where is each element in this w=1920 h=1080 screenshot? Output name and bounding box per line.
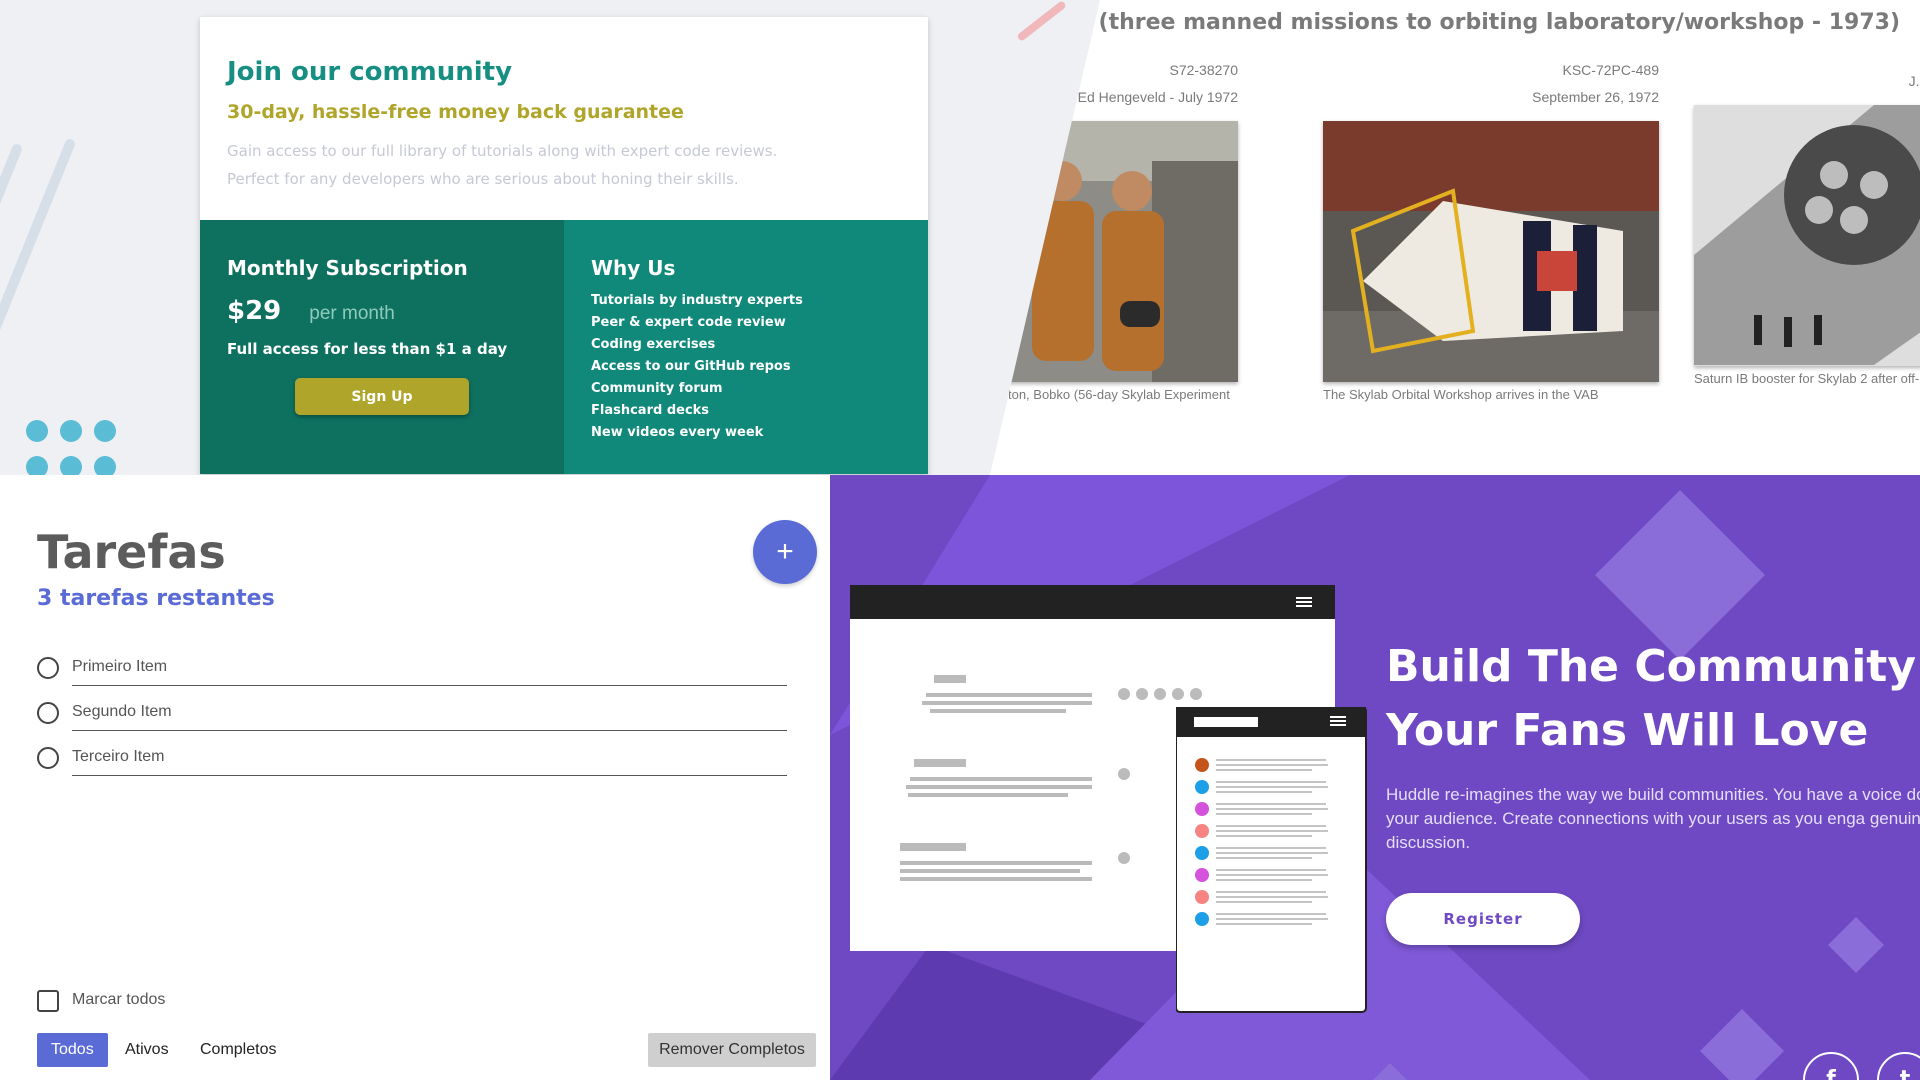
- divider: [72, 685, 787, 686]
- signup-button[interactable]: Sign Up: [295, 378, 469, 415]
- gallery-title: ylab (three manned missions to orbiting …: [1038, 10, 1900, 35]
- price-period: per month: [309, 303, 395, 324]
- photo-id: KSC-72PC-489: [1562, 62, 1660, 78]
- decorative-dots: [26, 420, 126, 475]
- mockup-dot: [1195, 780, 1209, 794]
- mockup-dot: [1195, 846, 1209, 860]
- card-title: Join our community: [227, 57, 513, 87]
- photo-credit: J.L. Pickering - Sep: [1908, 73, 1920, 89]
- remaining-count: 3 tarefas restantes: [37, 586, 275, 611]
- complete-toggle[interactable]: [37, 657, 59, 679]
- divider: [72, 775, 787, 776]
- booster-photo[interactable]: [1694, 105, 1920, 366]
- mockup-dot: [1195, 890, 1209, 904]
- register-button[interactable]: Register: [1386, 893, 1580, 945]
- why-us-item: Peer & expert code review: [591, 315, 786, 330]
- why-us-item: Tutorials by industry experts: [591, 293, 803, 308]
- card-subtitle: 30-day, hassle-free money back guarantee: [227, 101, 684, 123]
- mockup-dot: [1195, 912, 1209, 926]
- mark-all-checkbox[interactable]: [37, 990, 59, 1012]
- hero-paragraph: Huddle re-imagines the way we build comm…: [1386, 785, 1920, 852]
- why-us-item: Access to our GitHub repos: [591, 359, 791, 374]
- mockup-dot: [1195, 868, 1209, 882]
- why-us-title: Why Us: [591, 256, 676, 280]
- filter-completed[interactable]: Completos: [186, 1033, 290, 1067]
- mark-all-label: Marcar todos: [72, 991, 166, 1008]
- skylab-gallery: ylab (three manned missions to orbiting …: [990, 0, 1920, 475]
- hero-heading-line: Your Fans Will Love: [1386, 705, 1869, 756]
- pricing-section: Join our community 30-day, hassle-free m…: [0, 0, 1000, 475]
- todo-item: Primeiro Item: [37, 647, 787, 687]
- photo-card: J.L. Pickering - Sep Saturn IB booster f…: [1694, 62, 1920, 388]
- complete-toggle[interactable]: [37, 702, 59, 724]
- hero-heading-line: Build The Community: [1386, 641, 1916, 692]
- full-access-text: Full access for less than $1 a day: [227, 340, 508, 358]
- todo-app: Tarefas 3 tarefas restantes + Primeiro I…: [0, 475, 830, 1080]
- hero-heading: Build The Community Your Fans Will Love: [1386, 635, 1920, 763]
- why-us-item: Flashcard decks: [591, 403, 710, 418]
- pricing-card: Join our community 30-day, hassle-free m…: [200, 17, 928, 474]
- add-task-button[interactable]: +: [753, 520, 817, 584]
- photo-id: S72-38270: [1169, 62, 1238, 78]
- mockup-dot: [1195, 802, 1209, 816]
- todo-text[interactable]: Segundo Item: [72, 703, 172, 721]
- subscription-title: Monthly Subscription: [227, 256, 468, 280]
- photo-credit: September 26, 1972: [1532, 89, 1659, 105]
- todo-text[interactable]: Primeiro Item: [72, 658, 167, 676]
- huddle-hero: Build The Community Your Fans Will Love …: [830, 475, 1920, 1080]
- todo-item: Segundo Item: [37, 692, 787, 732]
- mockup-dot: [1195, 758, 1209, 772]
- why-us-item: New videos every week: [591, 425, 764, 440]
- mobile-mockup-illustration: [1176, 707, 1367, 1013]
- remove-completed-button[interactable]: Remover Completos: [648, 1033, 816, 1067]
- why-us-item: Coding exercises: [591, 337, 716, 352]
- why-us-list: Tutorials by industry experts Peer & exp…: [591, 290, 901, 444]
- photo-credit: Ed Hengeveld - July 1972: [1077, 89, 1238, 105]
- why-us-panel: Why Us Tutorials by industry experts Pee…: [564, 220, 928, 474]
- photo-caption: The Skylab Orbital Workshop arrives in t…: [1323, 387, 1599, 402]
- todo-text[interactable]: Terceiro Item: [72, 748, 164, 766]
- card-description: Gain access to our full library of tutor…: [227, 142, 778, 188]
- divider: [72, 730, 787, 731]
- workshop-photo[interactable]: [1323, 121, 1659, 382]
- astronauts-photo[interactable]: [990, 121, 1238, 382]
- page-title: Tarefas: [37, 525, 226, 579]
- todo-item: Terceiro Item: [37, 737, 787, 777]
- subscription-panel: Monthly Subscription $29 per month Full …: [200, 220, 564, 474]
- photo-card: KSC-72PC-489 September 26, 1972 The Skyl…: [1323, 62, 1659, 404]
- filter-active[interactable]: Ativos: [111, 1033, 183, 1067]
- filter-all[interactable]: Todos: [37, 1033, 108, 1067]
- decorative-slash: [1016, 0, 1067, 43]
- complete-toggle[interactable]: [37, 747, 59, 769]
- photo-caption: ew: Crippin, Thornton, Bobko (56-day Sky…: [990, 387, 1230, 402]
- mockup-dot: [1195, 824, 1209, 838]
- photo-card: S72-38270 Ed Hengeveld - July 1972 ew: C…: [990, 62, 1238, 422]
- price: $29: [227, 296, 282, 326]
- photo-caption: Saturn IB booster for Skylab 2 after off…: [1694, 371, 1920, 386]
- why-us-item: Community forum: [591, 381, 723, 396]
